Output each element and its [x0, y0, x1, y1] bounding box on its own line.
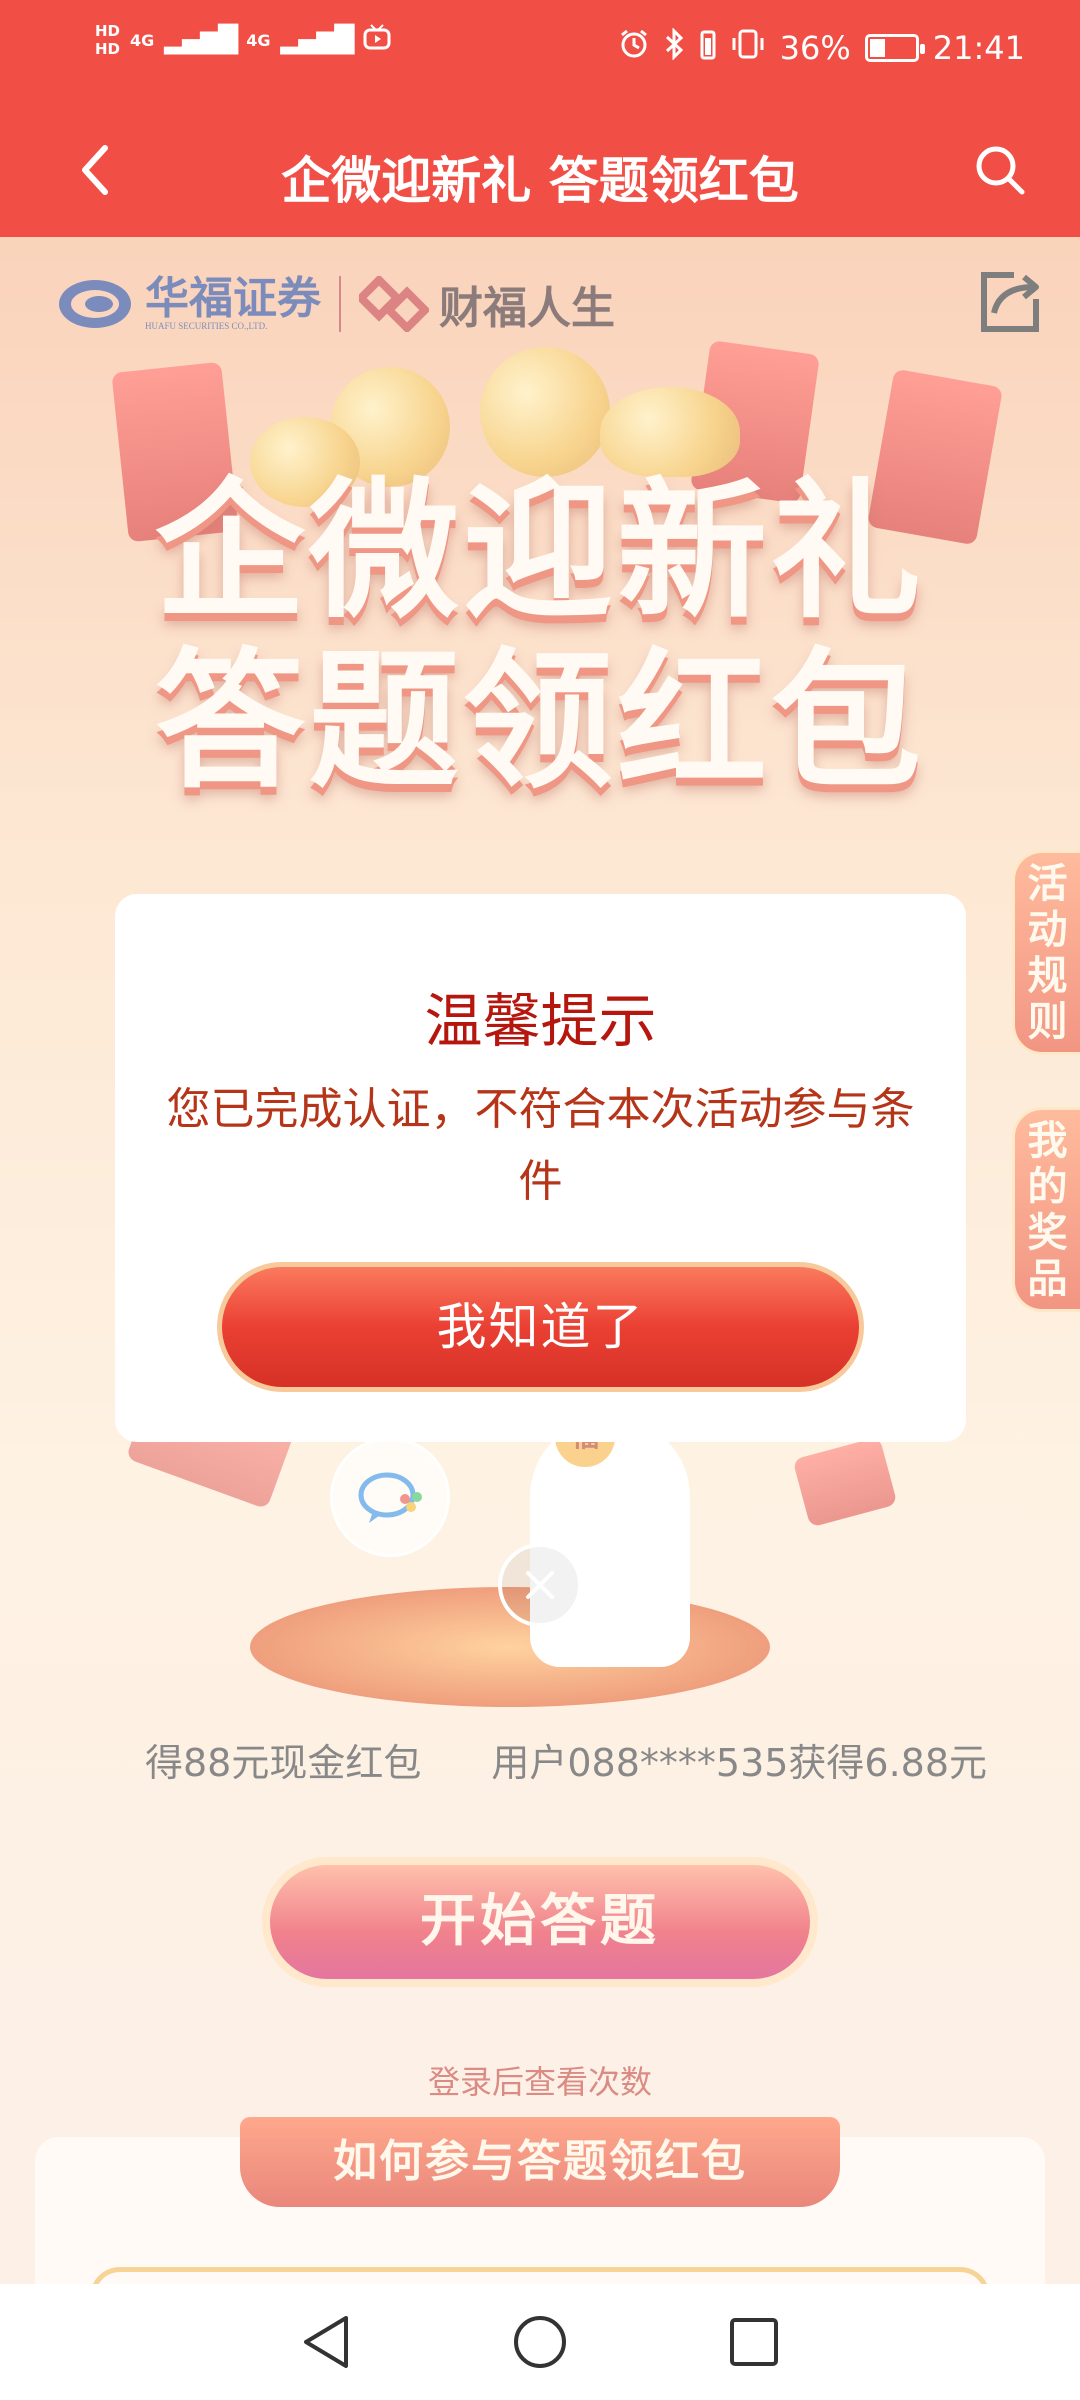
- hd-indicator: HD HD: [95, 22, 120, 58]
- nav-recents-button[interactable]: [722, 2310, 786, 2374]
- search-icon: [976, 146, 1025, 195]
- network2-label: 4G: [246, 30, 271, 50]
- chevron-left-icon: [82, 145, 108, 195]
- close-icon: [526, 1571, 554, 1599]
- status-bar: HD HD 4G ▂▄▆█ 4G ▂▄▆█ 36% 21:41: [0, 0, 1080, 105]
- network1-label: 4G: [130, 30, 155, 50]
- signal-icon: ▂▄▆█: [164, 25, 238, 55]
- search-button[interactable]: [965, 135, 1035, 205]
- battery-icon: [864, 34, 925, 62]
- notice-dialog: 温馨提示 您已完成认证，不符合本次活动参与条件 我知道了: [115, 894, 966, 1442]
- tv-icon: [363, 24, 391, 56]
- page-title: 企微迎新礼 答题领红包: [281, 152, 799, 210]
- back-button[interactable]: [60, 135, 130, 205]
- signal-icon-2: ▂▄▆█: [280, 25, 355, 55]
- acknowledge-button[interactable]: 我知道了: [217, 1262, 864, 1392]
- nav-back-button[interactable]: [294, 2310, 358, 2374]
- nav-home-button[interactable]: [508, 2310, 572, 2374]
- dialog-message: 您已完成认证，不符合本次活动参与条件: [166, 1084, 915, 1207]
- vibrate-icon: [730, 28, 766, 68]
- close-dialog-button[interactable]: [498, 1543, 582, 1627]
- battery-fill: [869, 39, 886, 57]
- alarm-icon: [618, 28, 650, 68]
- triangle-back-icon: [304, 2316, 348, 2368]
- status-left: HD HD 4G ▂▄▆█ 4G ▂▄▆█: [95, 22, 391, 58]
- battery-small-icon: [700, 28, 716, 68]
- battery-percent: 36%: [779, 29, 851, 67]
- status-right: 36% 21:41: [618, 27, 1025, 68]
- dialog-title: 温馨提示: [424, 987, 657, 1055]
- clock: 21:41: [932, 29, 1025, 67]
- bluetooth-icon: [664, 27, 686, 68]
- hd1-label: HD: [95, 22, 121, 40]
- square-recents-icon: [730, 2318, 778, 2366]
- system-nav-bar: [0, 2284, 1080, 2400]
- circle-home-icon: [514, 2316, 566, 2368]
- nav-bar: 企微迎新礼 答题领红包: [0, 105, 1080, 237]
- hd2-label: HD: [95, 40, 121, 58]
